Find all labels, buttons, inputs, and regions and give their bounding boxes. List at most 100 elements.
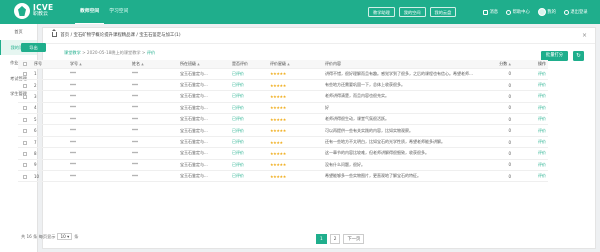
next-page-button[interactable]: 下一页 — [343, 234, 365, 244]
evaluate-link[interactable]: 评价 — [513, 147, 548, 160]
cell-name: *** — [130, 68, 178, 80]
cell-class: 宝玉石鉴定与... — [178, 79, 230, 92]
row-checkbox[interactable] — [18, 136, 32, 149]
cell-stars: ★★★★★ — [268, 124, 323, 137]
row-checkbox[interactable] — [18, 68, 32, 80]
cell-score: 0 — [478, 102, 513, 115]
cell-name: *** — [130, 113, 178, 126]
cell-name: *** — [130, 79, 178, 92]
cell-no: 7 — [32, 136, 68, 149]
row-checkbox[interactable] — [18, 159, 32, 172]
cell-no: 1 — [32, 68, 68, 80]
evaluate-link[interactable]: 评价 — [513, 170, 548, 183]
row-checkbox[interactable] — [18, 147, 32, 160]
cloud-disk-button[interactable]: 我的云盘 — [429, 7, 457, 17]
evaluate-link[interactable]: 评价 — [513, 136, 548, 149]
col-header-class[interactable]: 所在班级 ▲ — [178, 60, 230, 69]
sidebar-item-home[interactable]: 首页 — [0, 24, 37, 40]
cell-student-id: *** — [68, 113, 130, 126]
evaluate-link[interactable]: 评价 — [513, 113, 548, 126]
evaluate-link[interactable]: 评价 — [513, 68, 548, 80]
my-space-button[interactable]: 我的空间 — [398, 7, 426, 17]
cell-class: 宝玉石鉴定与... — [178, 159, 230, 172]
cell-content: 这一章节的内容比较难，但老师讲解得很细致，收获很多。 — [323, 147, 478, 160]
row-checkbox[interactable] — [18, 79, 32, 92]
sort-icon[interactable]: ▲ — [287, 62, 289, 66]
home-icon[interactable] — [52, 29, 57, 37]
user-label: 我的 — [547, 10, 556, 15]
nav-teacher-space[interactable]: 教师空间 — [75, 0, 105, 24]
row-checkbox[interactable] — [18, 102, 32, 115]
export-button[interactable]: 导出 — [21, 43, 46, 52]
table-row: 1 *** *** 宝玉石鉴定与... 已评价 ★★★★★ 讲得不错，很好理解而且有趣。感觉… — [18, 68, 548, 80]
col-header-name[interactable]: 姓名 ▲ — [130, 60, 178, 69]
teaching-assistant-button[interactable]: 教学助理 — [368, 7, 395, 17]
table-row: 5 *** *** 宝玉石鉴定与... 已评价 ★★★★★ 老师讲得很生动，课堂气氛很活跃。… — [18, 113, 548, 126]
nav-learning-space[interactable]: 学习空间 — [104, 0, 133, 24]
row-checkbox[interactable] — [18, 90, 32, 103]
cell-score: 0 — [478, 136, 513, 149]
cell-student-id: *** — [68, 90, 130, 103]
total-text: 共 16 条 每页显示 — [21, 233, 56, 239]
evaluate-link[interactable]: 评价 — [513, 159, 548, 172]
sort-icon[interactable]: ▲ — [141, 62, 143, 66]
row-checkbox[interactable] — [18, 113, 32, 126]
cell-score: 0 — [478, 90, 513, 103]
cell-status: 已评价 — [230, 170, 268, 183]
select-all-checkbox[interactable] — [18, 60, 32, 69]
cell-score: 0 — [478, 113, 513, 126]
icve-logo-icon[interactable] — [14, 3, 30, 19]
sort-icon[interactable]: ▲ — [79, 62, 81, 66]
table-row: 10 *** *** 宝玉石鉴定与... 已评价 ★★★★★ 希望能够多一些实物图片，更直观… — [18, 170, 548, 183]
power-icon — [563, 9, 569, 15]
messages-link[interactable]: 消息 — [483, 9, 498, 15]
col-header-action: 操作 — [513, 60, 548, 69]
col-header-score[interactable]: 分数 ▲ — [478, 60, 513, 69]
evaluate-link[interactable]: 评价 — [513, 102, 548, 115]
page-2-button[interactable]: 2 — [329, 234, 341, 244]
pagination: 1 2 下一页 — [316, 234, 365, 244]
cell-student-id: *** — [68, 79, 130, 92]
page-1-button[interactable]: 1 — [316, 234, 327, 244]
cell-class: 宝玉石鉴定与... — [178, 68, 230, 80]
close-icon[interactable]: × — [582, 28, 587, 44]
cell-stars: ★★★★★ — [268, 113, 323, 126]
cell-class: 宝玉石鉴定与... — [178, 170, 230, 183]
cell-no: 3 — [32, 90, 68, 103]
cell-content: 可以再提供一些有关实践的内容，比如实物观察。 — [323, 124, 478, 137]
evaluate-link[interactable]: 评价 — [513, 124, 548, 137]
table-row: 3 *** *** 宝玉石鉴定与... 已评价 ★★★★★ 老师讲得清楚，而且内容也很充实。… — [18, 90, 548, 103]
col-header-content: 评价内容 — [323, 60, 478, 69]
cell-score: 0 — [478, 147, 513, 160]
activity-path: 课堂教学 > 2020-05-18晚上的课堂教学 > 评价 — [64, 50, 155, 56]
evaluate-link[interactable]: 评价 — [513, 79, 548, 92]
page-size-select[interactable]: 10 ▾ — [57, 233, 73, 240]
evaluate-link[interactable]: 评价 — [513, 90, 548, 103]
table-row: 9 *** *** 宝玉石鉴定与... 已评价 ★★★★★ 没有什么问题，很好。 0 评价 — [18, 159, 548, 172]
col-header-no[interactable]: 序号 — [32, 60, 68, 69]
brand-subname: 职教云 — [33, 11, 49, 17]
cell-student-id: *** — [68, 102, 130, 115]
logout-link[interactable]: 退出登录 — [563, 9, 588, 15]
cell-name: *** — [130, 159, 178, 172]
row-checkbox[interactable] — [18, 124, 32, 137]
cell-class: 宝玉石鉴定与... — [178, 102, 230, 115]
breadcrumb: 首页 / 宝石矿物学概论提升课程精品课 / 宝玉石鉴定与加工(1) × — [43, 28, 595, 44]
refresh-icon[interactable]: ↻ — [573, 51, 584, 61]
path-link-classroom[interactable]: 课堂教学 — [64, 50, 81, 55]
cell-stars: ★★★★★ — [268, 68, 323, 80]
cell-score: 0 — [478, 79, 513, 92]
cell-score: 0 — [478, 170, 513, 183]
cell-score: 0 — [478, 124, 513, 137]
cell-class: 宝玉石鉴定与... — [178, 90, 230, 103]
user-menu[interactable]: 我的 — [537, 8, 556, 16]
help-center-link[interactable]: 帮助中心 — [506, 9, 530, 15]
col-header-stars[interactable]: 评价星级 ▲ — [268, 60, 323, 69]
breadcrumb-text[interactable]: 首页 / 宝石矿物学概论提升课程精品课 / 宝玉石鉴定与加工(1) — [60, 33, 180, 38]
sort-icon[interactable]: ▲ — [509, 62, 511, 66]
brand[interactable]: ICVE 职教云 — [33, 4, 53, 18]
col-header-student-id[interactable]: 学号 ▲ — [68, 60, 130, 69]
sort-icon[interactable]: ▲ — [197, 62, 199, 66]
cell-status: 已评价 — [230, 79, 268, 92]
row-checkbox[interactable] — [18, 170, 32, 183]
